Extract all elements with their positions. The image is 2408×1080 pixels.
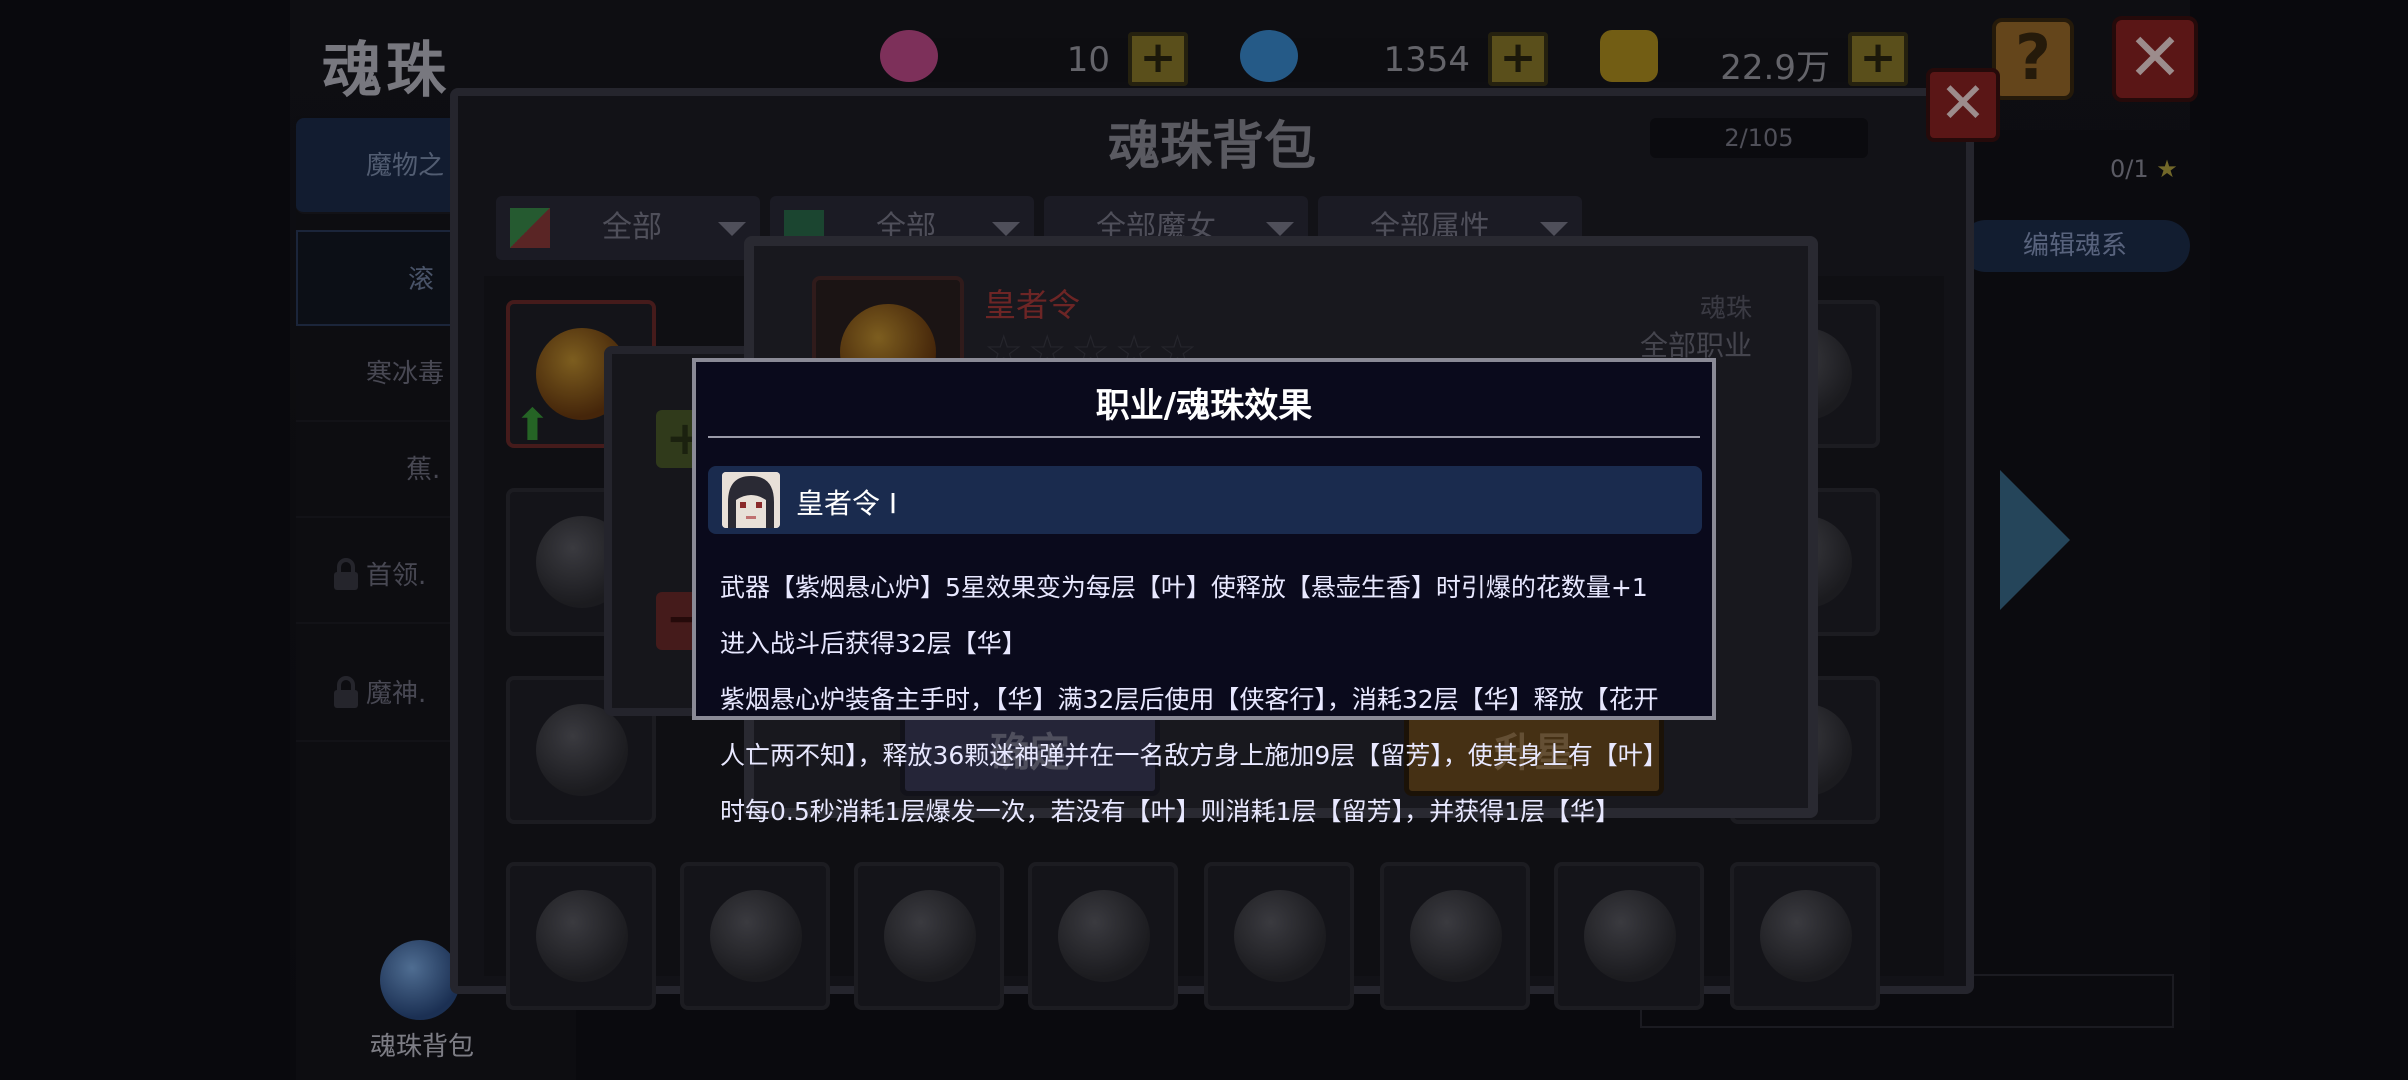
effect-item-name: 皇者令 I [796, 487, 898, 520]
character-avatar-icon [722, 472, 780, 528]
effect-line: 紫烟悬心炉装备主手时，【华】满32层后使用【侠客行】，消耗32层【华】释放【花开 [720, 685, 1659, 714]
divider [708, 436, 1700, 438]
effect-line: 武器【紫烟悬心炉】5星效果变为每层【叶】使释放【悬壶生香】时引爆的花数量+1 [720, 573, 1648, 602]
effect-line: 人亡两不知】，释放36颗迷神弹并在一名敌方身上施加9层【留芳】，使其身上有【叶】 [720, 741, 1668, 770]
effect-line: 进入战斗后获得32层【华】 [720, 629, 1027, 658]
avatar-portrait-icon [722, 472, 780, 528]
effect-description: 武器【紫烟悬心炉】5星效果变为每层【叶】使释放【悬壶生香】时引爆的花数量+1 进… [720, 546, 1700, 854]
effect-dialog-title: 职业/魂珠效果 [1095, 386, 1313, 426]
effect-line: 时每0.5秒消耗1层爆发一次，若没有【叶】则消耗1层【留芳】，并获得1层【华】 [720, 797, 1620, 826]
